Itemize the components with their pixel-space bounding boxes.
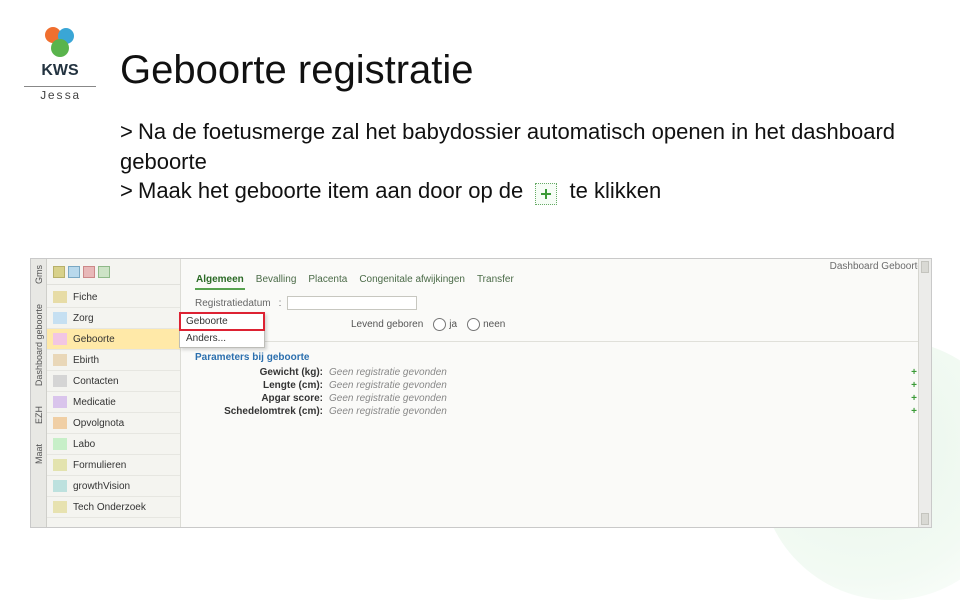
param-label: Apgar score: [195,393,323,404]
tab-bar: Algemeen Bevalling Placenta Congenitale … [181,259,931,292]
sidebar-item-label: Labo [73,439,95,450]
dashboard-title: Dashboard Geboorte [830,261,923,272]
sidebar-item-fiche[interactable]: Fiche [47,287,180,308]
param-value: Geen registratie gevonden [329,393,905,404]
bullet-list: >Na de foetusmerge zal het babydossier a… [120,117,940,206]
param-label: Schedelomtrek (cm): [195,406,323,417]
logo-k-icon [24,24,96,60]
brand-logo: KWS Jessa [24,24,96,103]
scrollbar[interactable] [918,259,931,527]
bullet-marker: > [120,117,138,147]
param-apgar: Apgar score: Geen registratie gevonden + [195,392,917,405]
registration-date-row: Registratiedatum: [181,292,931,316]
sidebar-item-label: Formulieren [73,460,126,471]
left-sidebar: Fiche Zorg Geboorte Ebirth Contacten Med… [47,259,181,527]
birth-parameters: Parameters bij geboorte Gewicht (kg): Ge… [181,346,931,424]
tab-bevalling[interactable]: Bevalling [255,273,298,290]
divider [193,341,919,342]
app-screenshot: Gms Dashboard geboorte EZH Maat Fiche Zo… [30,258,932,528]
bullet-marker: > [120,176,138,206]
sidebar-item-tech-onderzoek[interactable]: Tech Onderzoek [47,497,180,518]
toolbar-icon[interactable] [53,266,65,278]
toolbar [47,263,180,285]
sidebar-item-label: Ebirth [73,355,99,366]
page-title: Geboorte registratie [120,48,940,93]
tab-algemeen[interactable]: Algemeen [195,273,245,290]
sidebar-item-contacten[interactable]: Contacten [47,371,180,392]
bullet-2a: Maak het geboorte item aan door op de [138,178,523,203]
sidebar-item-labo[interactable]: Labo [47,434,180,455]
sidebar-item-zorg[interactable]: Zorg [47,308,180,329]
bullet-1: Na de foetusmerge zal het babydossier au… [120,119,895,174]
param-schedelomtrek: Schedelomtrek (cm): Geen registratie gev… [195,405,917,418]
sidebar-item-growthvision[interactable]: growthVision [47,476,180,497]
param-value: Geen registratie gevonden [329,367,905,378]
sidebar-item-formulieren[interactable]: Formulieren [47,455,180,476]
plus-icon[interactable]: + [911,380,917,391]
born-alive-label: Levend geboren [351,319,423,330]
param-value: Geen registratie gevonden [329,406,905,417]
flyout-item-anders[interactable]: Anders... [180,330,264,347]
param-label: Gewicht (kg): [195,367,323,378]
toolbar-icon[interactable] [83,266,95,278]
bullet-2b: te klikken [570,178,662,203]
sidebar-item-geboorte[interactable]: Geboorte [47,329,180,350]
sidebar-item-label: Opvolgnota [73,418,124,429]
vrail-label: Dashboard geboorte [34,304,44,386]
sidebar-item-label: growthVision [73,481,130,492]
sidebar-item-label: Geboorte [73,334,115,345]
sidebar-item-label: Zorg [73,313,94,324]
param-gewicht: Gewicht (kg): Geen registratie gevonden … [195,366,917,379]
plus-icon[interactable]: + [911,367,917,378]
logo-jessa-text: Jessa [24,86,96,103]
geboorte-flyout: Geboorte Anders... [179,312,265,348]
tab-congenitale[interactable]: Congenitale afwijkingen [358,273,466,290]
toolbar-icon[interactable] [98,266,110,278]
born-alive-row: Levend geboren ja neen [181,316,931,337]
vrail-label: Gms [34,265,44,284]
toolbar-icon[interactable] [68,266,80,278]
radio-label: ja [449,319,457,330]
param-label: Lengte (cm): [195,380,323,391]
vrail-label: Maat [34,444,44,464]
tab-transfer[interactable]: Transfer [476,273,515,290]
param-lengte: Lengte (cm): Geen registratie gevonden + [195,379,917,392]
plus-icon [535,183,557,205]
logo-kws-text: KWS [24,62,96,80]
sidebar-item-label: Contacten [73,376,119,387]
radio-neen[interactable]: neen [467,318,505,331]
sidebar-item-opvolgnota[interactable]: Opvolgnota [47,413,180,434]
sidebar-item-label: Tech Onderzoek [73,502,146,513]
sidebar-item-label: Medicatie [73,397,116,408]
sidebar-nav: Fiche Zorg Geboorte Ebirth Contacten Med… [47,285,180,518]
tab-placenta[interactable]: Placenta [307,273,348,290]
vrail-label: EZH [34,406,44,424]
sidebar-item-ebirth[interactable]: Ebirth [47,350,180,371]
radio-label: neen [483,319,505,330]
flyout-item-geboorte[interactable]: Geboorte [180,313,264,330]
sidebar-item-medicatie[interactable]: Medicatie [47,392,180,413]
vertical-rail: Gms Dashboard geboorte EZH Maat [31,259,47,527]
plus-icon[interactable]: + [911,406,917,417]
sidebar-item-label: Fiche [73,292,97,303]
radio-ja[interactable]: ja [433,318,457,331]
param-value: Geen registratie gevonden [329,380,905,391]
registration-date-label: Registratiedatum [195,298,271,309]
main-panel: Dashboard Geboorte Algemeen Bevalling Pl… [181,259,931,527]
plus-icon[interactable]: + [911,393,917,404]
parameters-title: Parameters bij geboorte [195,352,917,363]
registration-date-input[interactable] [287,296,417,310]
